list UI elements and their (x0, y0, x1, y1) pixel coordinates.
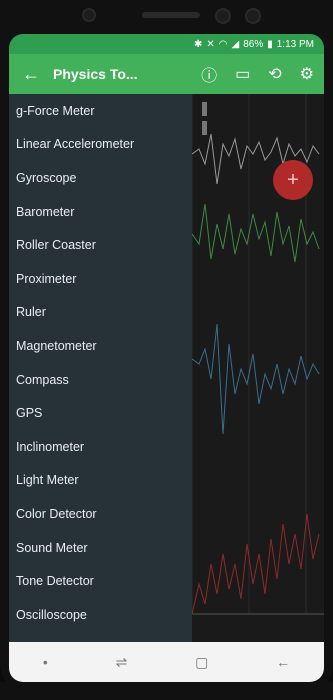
battery-percent: 86% (243, 38, 264, 50)
pause-icon[interactable] (202, 102, 216, 135)
drawer-item-roller-coaster[interactable]: Roller Coaster (9, 228, 192, 262)
drawer-item-linear-accelerometer[interactable]: Linear Accelerometer (9, 128, 192, 162)
dot-icon: • (42, 654, 48, 670)
add-button[interactable]: + (273, 160, 313, 200)
series-green-line (191, 203, 320, 263)
camera-icon (245, 8, 261, 24)
sensor-icon (82, 8, 96, 22)
signal-icon: ◢ (231, 38, 240, 50)
drawer-item-proximeter[interactable]: Proximeter (9, 262, 192, 296)
rotate-icon[interactable]: ⟲ (268, 64, 281, 84)
folder-icon[interactable]: ▭ (235, 64, 250, 84)
drawer-item-sound-meter[interactable]: Sound Meter (9, 531, 192, 565)
series-blue-line (191, 323, 320, 435)
drawer-item-ruler[interactable]: Ruler (9, 296, 192, 330)
toolbar-actions: ⓘ ▭ ⟲ ⚙ (201, 62, 324, 86)
drawer-item-color-detector[interactable]: Color Detector (9, 497, 192, 531)
gear-icon[interactable]: ⚙ (300, 64, 314, 84)
drawer-item-compass[interactable]: Compass (9, 363, 192, 397)
drawer-item-oscilloscope[interactable]: Oscilloscope (9, 598, 192, 632)
system-nav-bar: • ⇌ ▢ ← (9, 642, 324, 682)
battery-icon: ▮ (267, 38, 273, 50)
camera-icon (215, 8, 231, 24)
drawer-item-tone-detector[interactable]: Tone Detector (9, 564, 192, 598)
mute-icon: ✕ (206, 38, 215, 50)
app-bar: ← Physics To... ⓘ ▭ ⟲ ⚙ (9, 54, 324, 94)
drawer-item-gyroscope[interactable]: Gyroscope (9, 161, 192, 195)
arrow-left-icon[interactable]: ← (9, 64, 53, 85)
drawer-item-light-meter[interactable]: Light Meter (9, 464, 192, 498)
info-icon[interactable]: ⓘ (201, 62, 217, 86)
drawer-item-barometer[interactable]: Barometer (9, 195, 192, 229)
drawer-item-g-force-meter[interactable]: g-Force Meter (9, 94, 192, 128)
bottom-bezel (0, 682, 333, 700)
navigation-drawer: g-Force Meter Linear Accelerometer Gyros… (9, 94, 192, 642)
page-title: Physics To... (53, 66, 138, 82)
wifi-icon: ◠ (218, 38, 228, 50)
home-icon[interactable]: ▢ (195, 654, 208, 671)
bluetooth-icon: ✱ (194, 38, 203, 50)
drawer-item-magnetometer[interactable]: Magnetometer (9, 329, 192, 363)
back-icon[interactable]: ← (276, 654, 290, 670)
top-bezel (0, 0, 333, 34)
speaker-grille (142, 12, 200, 18)
clock: 1:13 PM (276, 38, 314, 50)
drawer-item-inclinometer[interactable]: Inclinometer (9, 430, 192, 464)
status-bar: ✱ ✕ ◠ ◢ 86% ▮ 1:13 PM (9, 34, 324, 54)
screen: ✱ ✕ ◠ ◢ 86% ▮ 1:13 PM ← Physics To... ⓘ … (9, 34, 324, 642)
series-red-line (191, 513, 320, 615)
recent-apps-icon[interactable]: ⇌ (116, 654, 128, 671)
drawer-item-gps[interactable]: GPS (9, 396, 192, 430)
